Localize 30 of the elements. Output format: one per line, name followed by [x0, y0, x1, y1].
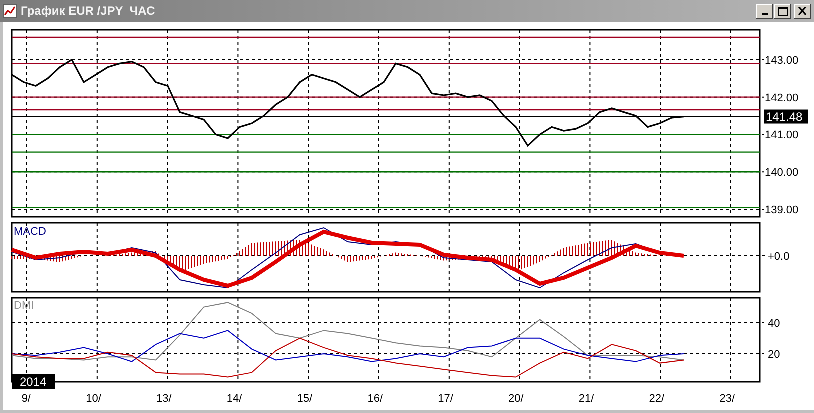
axis-label: 142.00: [765, 92, 799, 104]
indicator-title: DMI: [14, 300, 34, 312]
axis-label: 143.00: [765, 54, 799, 67]
axis-label: 140.00: [765, 167, 799, 180]
axis-label: 9/: [22, 393, 31, 405]
close-button[interactable]: [794, 4, 811, 18]
close-icon: [798, 7, 807, 15]
axis-label: 14/: [226, 393, 242, 405]
axis-label: 23/: [720, 393, 735, 405]
chart-icon: [3, 4, 17, 18]
axis-label: 10/: [86, 393, 102, 405]
indicator-title: MACD: [14, 226, 46, 238]
axis-label: +0.0: [768, 251, 790, 263]
price-badge: 141.48: [764, 110, 808, 124]
axis-label: 21/: [578, 393, 594, 405]
maximize-button[interactable]: [774, 4, 791, 18]
axis-label: 17/: [438, 393, 454, 405]
window-title: График EUR /JPY ЧАС: [21, 4, 156, 18]
axis-label: 139.00: [765, 204, 799, 217]
year-badge: 2014: [12, 374, 55, 389]
axis-label: 22/: [649, 393, 665, 405]
axis-label: 141.00: [765, 130, 799, 142]
axis-label: 40: [768, 318, 780, 330]
minimize-button[interactable]: [756, 4, 773, 18]
axis-label: 13/: [156, 393, 172, 405]
axis-label: 15/: [297, 393, 313, 405]
axis-label: 20/: [508, 393, 524, 405]
axis-label: 16/: [368, 393, 383, 405]
maximize-icon: [778, 6, 788, 16]
axis-label: 20: [768, 349, 780, 361]
